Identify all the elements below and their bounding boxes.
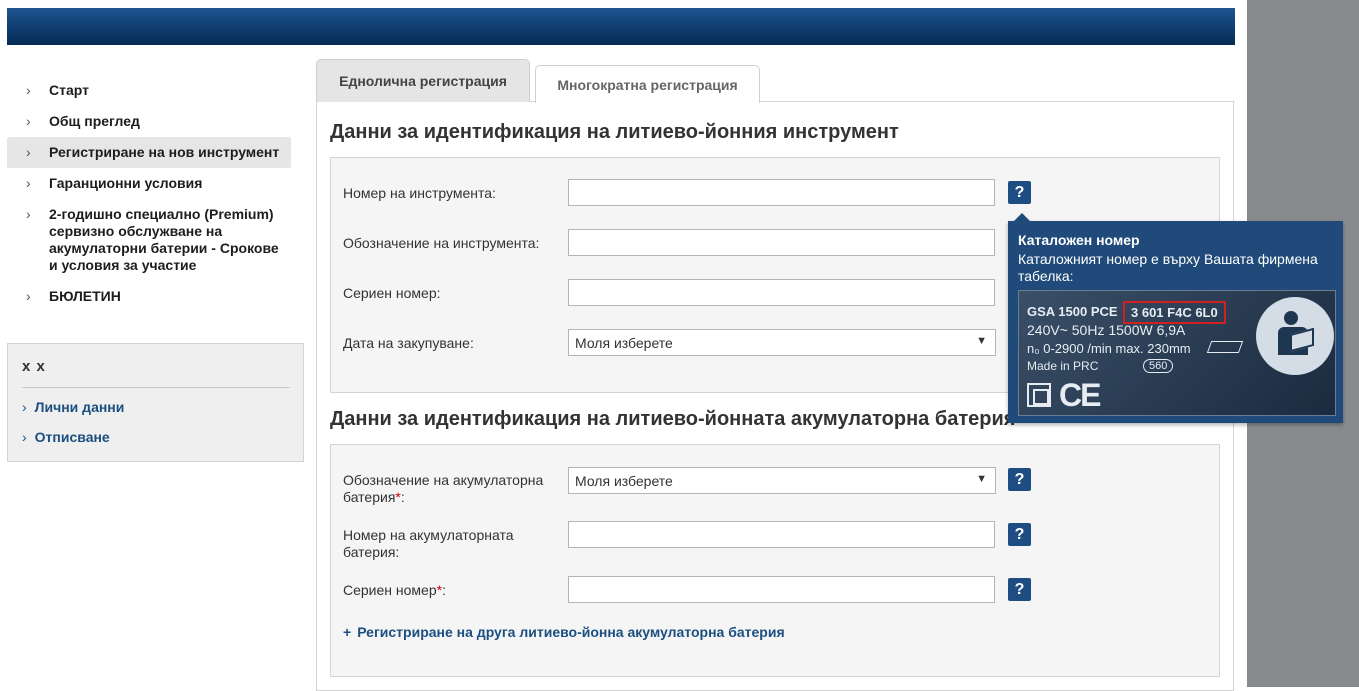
- battery-serial-input[interactable]: [568, 576, 995, 603]
- plate-catalog-number: 3 601 F4C 6L0: [1123, 301, 1226, 324]
- sidebar-item-label: БЮЛЕТИН: [49, 288, 121, 304]
- help-icon[interactable]: ?: [1008, 578, 1031, 601]
- sidebar-item-premium-service[interactable]: › 2-годишно специално (Premium) сервизно…: [7, 199, 291, 281]
- tool-number-label: Номер на инструмента:: [343, 185, 496, 201]
- tab-multiple-registration[interactable]: Многократна регистрация: [535, 65, 760, 103]
- ce-mark: CE: [1059, 377, 1101, 413]
- tab-single-registration[interactable]: Еднолична регистрация: [316, 59, 530, 102]
- plate-spec-line: 240V~ 50Hz 1500W 6,9A: [1027, 322, 1186, 338]
- user-box: x x › Лични данни › Отписване: [7, 343, 304, 462]
- chevron-right-icon: ›: [26, 113, 31, 129]
- sidebar-item-newsletter[interactable]: › БЮЛЕТИН: [7, 281, 291, 312]
- personal-data-link[interactable]: › Лични данни: [22, 399, 124, 415]
- chevron-right-icon: ›: [26, 175, 31, 191]
- dropdown-arrow-icon: ▼: [976, 335, 987, 347]
- add-battery-link[interactable]: + Регистриране на друга литиево-йонна аку…: [343, 624, 785, 640]
- dropdown-arrow-icon: ▼: [976, 473, 987, 485]
- battery-number-label: Номер на акумулаторната батерия:: [343, 527, 514, 560]
- tool-number-input[interactable]: [568, 179, 995, 206]
- header-bar: [7, 8, 1235, 45]
- plus-icon: +: [343, 624, 352, 640]
- serial-number-input[interactable]: [568, 279, 995, 306]
- plate-badge: 560: [1143, 359, 1174, 373]
- chevron-right-icon: ›: [26, 82, 31, 98]
- sidebar-item-label: 2-годишно специално (Premium) сервизно о…: [49, 206, 279, 273]
- sidebar-item-register-tool[interactable]: › Регистриране на нов инструмент: [7, 137, 291, 168]
- select-value: Моля изберете: [575, 335, 673, 351]
- chevron-right-icon: ›: [22, 399, 27, 415]
- chevron-right-icon: ›: [26, 144, 31, 160]
- serial-number-label: Сериен номер:: [343, 285, 441, 301]
- sidebar-item-label: Старт: [49, 82, 89, 98]
- chevron-right-icon: ›: [26, 288, 31, 304]
- plate-model: GSA 1500 PCE: [1027, 304, 1118, 319]
- tooltip-text: Каталожният номер е върху Вашата фирмена…: [1018, 251, 1318, 284]
- catalog-number-tooltip: Каталожен номер Каталожният номер е върх…: [1008, 213, 1343, 423]
- battery-designation-label: Обозначение на акумулаторна батерия*:: [343, 472, 544, 505]
- select-value: Моля изберете: [575, 473, 673, 489]
- user-name: x x: [22, 358, 290, 388]
- tool-section-title: Данни за идентификация на литиево-йонния…: [330, 121, 899, 143]
- battery-serial-label: Сериен номер*:: [343, 582, 446, 598]
- double-insulation-icon: [1027, 383, 1051, 407]
- help-icon[interactable]: ?: [1008, 523, 1031, 546]
- sidebar-nav: › Старт › Общ преглед › Регистриране на …: [7, 75, 291, 312]
- sidebar-item-warranty[interactable]: › Гаранционни условия: [7, 168, 291, 199]
- purchase-date-label: Дата на закупуване:: [343, 335, 474, 351]
- battery-section-title: Данни за идентификация на литиево-йоннат…: [330, 408, 1016, 430]
- unsubscribe-link[interactable]: › Отписване: [22, 429, 110, 445]
- sidebar-item-label: Регистриране на нов инструмент: [49, 144, 280, 160]
- sidebar-item-label: Гаранционни условия: [49, 175, 203, 191]
- tool-designation-input[interactable]: [568, 229, 995, 256]
- chevron-right-icon: ›: [26, 206, 31, 222]
- nameplate-image: GSA 1500 PCE 3 601 F4C 6L0 240V~ 50Hz 15…: [1018, 290, 1336, 416]
- help-icon[interactable]: ?: [1008, 181, 1031, 204]
- purchase-date-select[interactable]: Моля изберете ▼: [568, 329, 996, 356]
- plate-made-in: Made in PRC: [1027, 359, 1099, 373]
- help-icon[interactable]: ?: [1008, 468, 1031, 491]
- sidebar-item-start[interactable]: › Старт: [7, 75, 291, 106]
- battery-number-input[interactable]: [568, 521, 995, 548]
- tool-outline-icon: [1206, 341, 1244, 353]
- sidebar-item-overview[interactable]: › Общ преглед: [7, 106, 291, 137]
- tool-designation-label: Обозначение на инструмента:: [343, 235, 540, 251]
- plate-spec-line: n₀ 0-2900 /min max. 230mm: [1027, 341, 1191, 356]
- read-manual-icon: [1256, 297, 1334, 375]
- tooltip-title: Каталожен номер: [1018, 232, 1140, 248]
- chevron-right-icon: ›: [22, 429, 27, 445]
- sidebar-item-label: Общ преглед: [49, 113, 140, 129]
- battery-designation-select[interactable]: Моля изберете ▼: [568, 467, 996, 494]
